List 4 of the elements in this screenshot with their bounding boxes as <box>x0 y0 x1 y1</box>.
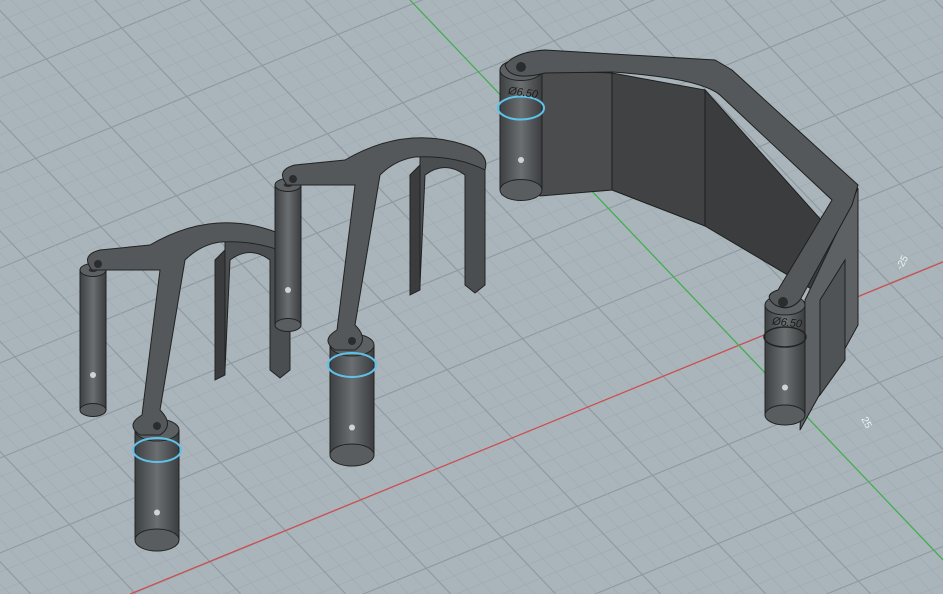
dimension-label: Ø6.50 <box>507 86 539 102</box>
axis-label: 25 <box>858 416 873 430</box>
dimension-label: Ø6.50 <box>772 316 802 331</box>
axis-label: -25 <box>895 254 912 272</box>
